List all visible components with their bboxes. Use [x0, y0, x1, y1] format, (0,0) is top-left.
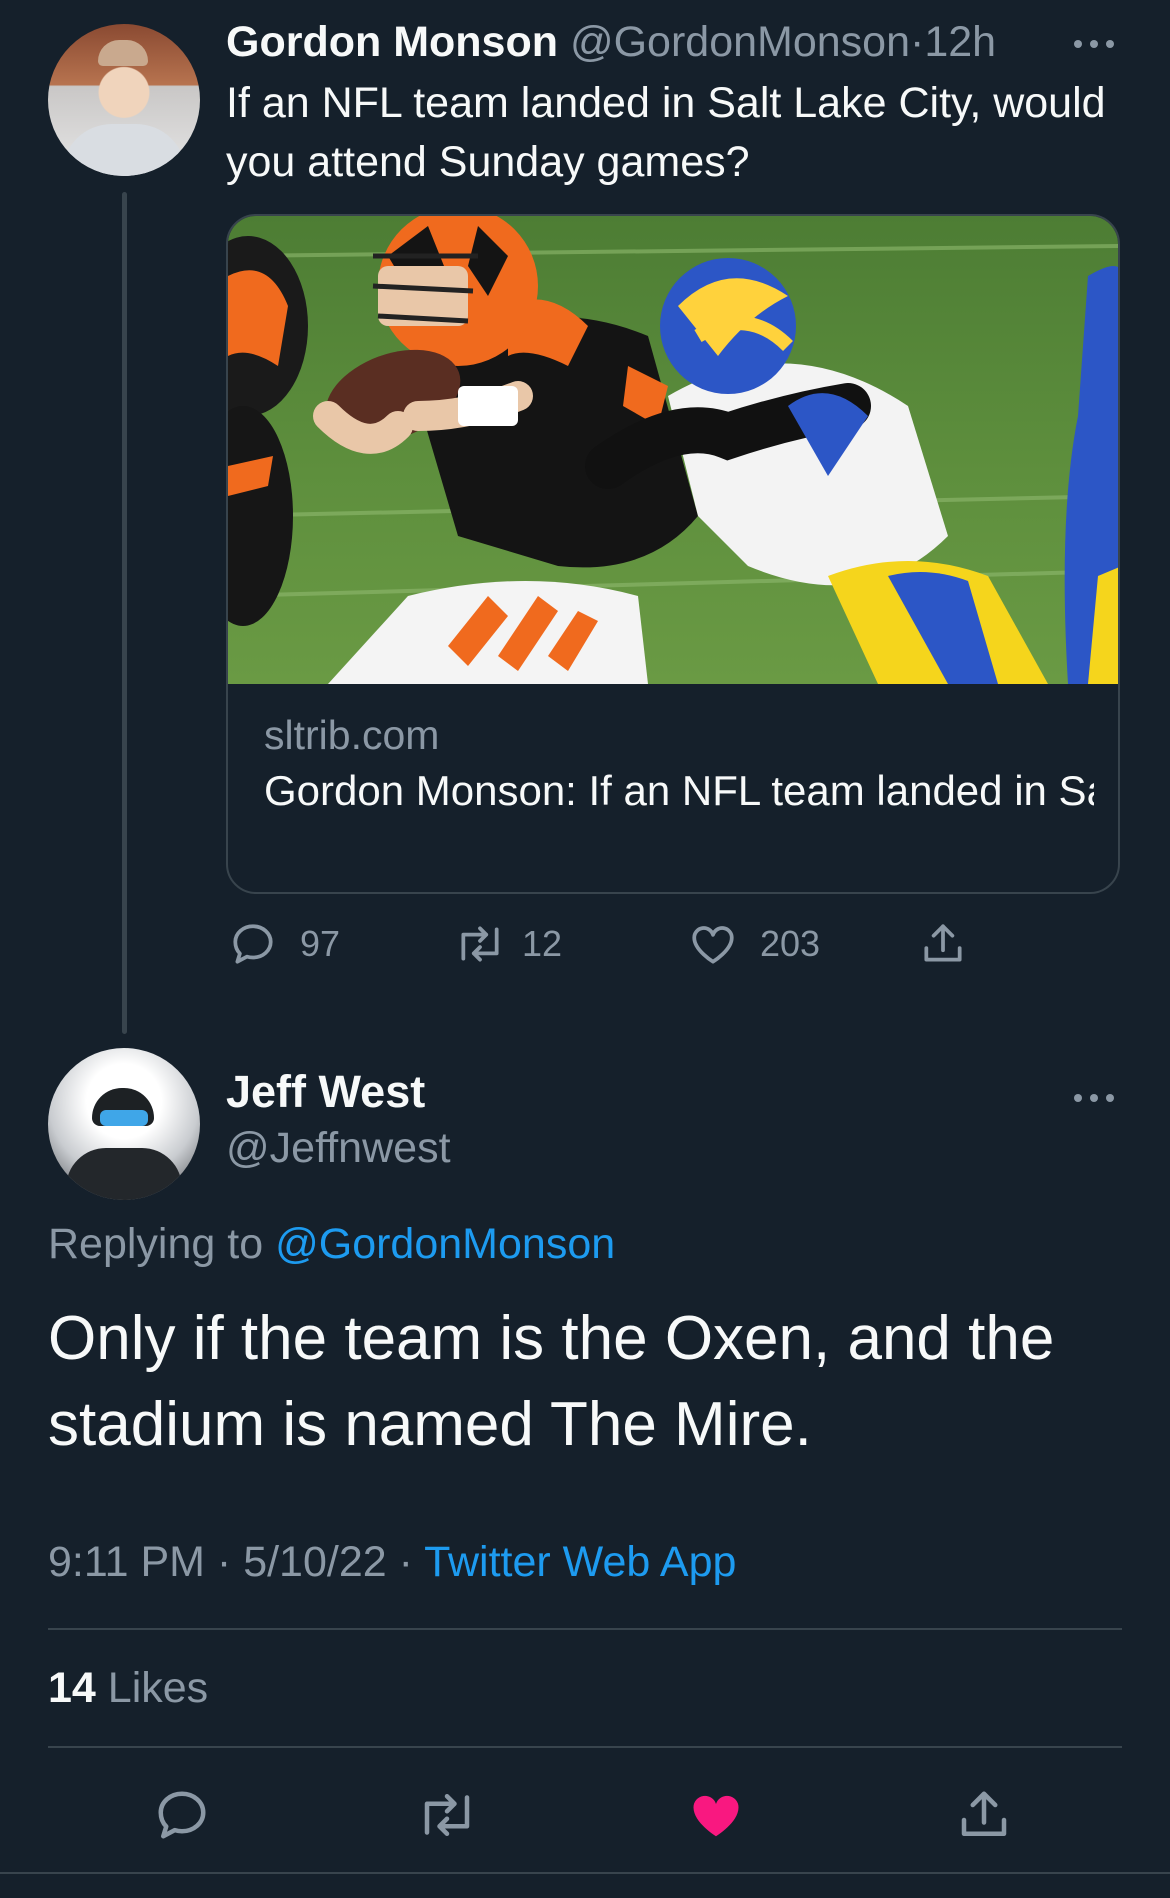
- tweet-source-link[interactable]: Twitter Web App: [424, 1538, 736, 1586]
- avatar-shirt-shape: [62, 124, 186, 176]
- replying-to-mention[interactable]: @GordonMonson: [275, 1220, 615, 1268]
- bottom-edge-divider: [0, 1872, 1170, 1874]
- divider-top: [48, 1628, 1122, 1630]
- retweet-count: 12: [522, 923, 563, 964]
- parent-author-name[interactable]: Gordon Monson: [226, 18, 558, 66]
- avatar-body-shape: [66, 1148, 182, 1200]
- replying-to-line: Replying to @GordonMonson: [48, 1220, 615, 1269]
- card-title: Gordon Monson: If an NFL team landed in …: [264, 767, 1094, 814]
- like-count: 203: [760, 923, 821, 964]
- share-icon: [961, 1791, 1007, 1836]
- retweet-icon: [461, 926, 499, 962]
- replying-to-label: Replying to: [48, 1220, 264, 1268]
- reply-button[interactable]: [152, 1785, 212, 1845]
- parent-time-ago[interactable]: 12h: [924, 18, 996, 66]
- reply-more-options-icon[interactable]: [1074, 1091, 1118, 1103]
- tweet-date[interactable]: 5/10/22: [243, 1538, 386, 1586]
- reply-count: 97: [300, 923, 341, 964]
- tweet-time[interactable]: 9:11 PM: [48, 1538, 205, 1586]
- meta-separator-1: ·: [216, 1538, 232, 1586]
- parent-retweet-action[interactable]: 12: [452, 916, 562, 972]
- card-image-football-players: [228, 216, 1118, 684]
- retweet-button[interactable]: [414, 1785, 480, 1845]
- avatar-visor-shape: [100, 1110, 148, 1126]
- reply-tweet-text: Only if the team is the Oxen, and the st…: [48, 1304, 1055, 1459]
- gordon-monson-avatar[interactable]: [48, 24, 200, 176]
- football-scene-illustration: [228, 216, 1118, 684]
- share-button[interactable]: [954, 1785, 1014, 1845]
- header-separator: ·: [910, 18, 925, 66]
- like-button[interactable]: [686, 1785, 746, 1845]
- divider-bottom: [48, 1746, 1122, 1748]
- likes-label: Likes: [107, 1664, 209, 1712]
- share-icon: [924, 924, 962, 962]
- parent-reply-action[interactable]: 97: [228, 916, 340, 972]
- avatar-cap-shape: [98, 40, 148, 66]
- parent-more-options-icon[interactable]: [1074, 37, 1118, 49]
- reply-author-name[interactable]: Jeff West: [226, 1066, 425, 1118]
- heart-outline-icon: [692, 926, 734, 964]
- card-domain: sltrib.com: [264, 712, 440, 758]
- reply-icon: [158, 1791, 206, 1839]
- reply-author-handle[interactable]: @Jeffnwest: [226, 1124, 451, 1173]
- thread-connector-line: [122, 192, 127, 1034]
- tweet-metadata: 9:11 PM · 5/10/22 · Twitter Web App: [48, 1538, 736, 1587]
- likes-stat[interactable]: 14 Likes: [48, 1664, 208, 1713]
- reply-icon: [233, 924, 273, 964]
- parent-like-action[interactable]: 203: [688, 916, 820, 972]
- meta-separator-2: ·: [398, 1538, 413, 1586]
- retweet-icon: [424, 1794, 470, 1836]
- parent-share-action[interactable]: [918, 916, 968, 972]
- parent-tweet-text: If an NFL team landed in Salt Lake City,…: [226, 79, 1106, 186]
- jeff-west-avatar[interactable]: [48, 1048, 200, 1200]
- likes-count: 14: [48, 1664, 96, 1712]
- heart-filled-icon: [693, 1795, 739, 1837]
- parent-tweet-header: Gordon Monson @GordonMonson·12h: [226, 16, 996, 68]
- parent-author-handle[interactable]: @GordonMonson: [570, 18, 910, 66]
- link-preview-card[interactable]: sltrib.com Gordon Monson: If an NFL team…: [226, 214, 1120, 894]
